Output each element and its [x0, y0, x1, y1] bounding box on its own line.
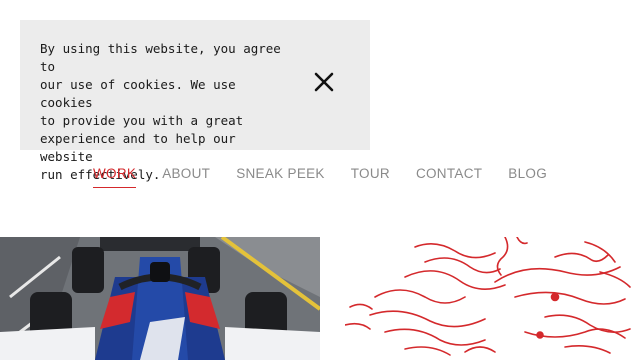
dragon-illustration — [345, 237, 631, 356]
nav-item-blog[interactable]: BLOG — [508, 164, 547, 188]
work-tile-dragon[interactable] — [345, 237, 640, 360]
nav-item-contact[interactable]: CONTACT — [416, 164, 482, 188]
nav-item-about[interactable]: ABOUT — [162, 164, 210, 188]
nav-item-sneak-peek[interactable]: SNEAK PEEK — [236, 164, 325, 188]
race-car-image — [0, 237, 320, 360]
main-nav: WORK ABOUT SNEAK PEEK TOUR CONTACT BLOG — [0, 164, 640, 194]
cookie-banner: By using this website, you agree to our … — [20, 20, 370, 182]
work-tile-race-car[interactable] — [0, 237, 320, 360]
close-icon[interactable] — [310, 68, 338, 96]
cookie-message: By using this website, you agree to our … — [40, 41, 281, 182]
nav-item-tour[interactable]: TOUR — [351, 164, 390, 188]
nav-item-work[interactable]: WORK — [92, 164, 137, 188]
